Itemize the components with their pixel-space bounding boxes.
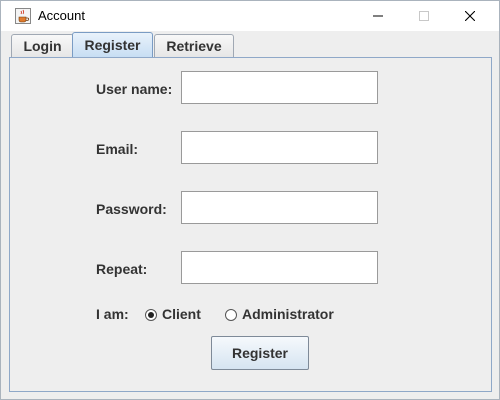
close-icon xyxy=(465,11,475,21)
maximize-icon xyxy=(419,11,429,21)
close-button[interactable] xyxy=(447,1,493,31)
title-bar[interactable]: Account xyxy=(1,1,499,31)
username-field[interactable] xyxy=(181,71,378,104)
window-title: Account xyxy=(38,8,85,23)
tab-register[interactable]: Register xyxy=(72,32,153,58)
email-field[interactable] xyxy=(181,131,378,164)
java-cup-icon xyxy=(15,8,31,24)
administrator-radio-label[interactable]: Administrator xyxy=(242,306,334,322)
role-label: I am: xyxy=(96,306,129,322)
administrator-radio[interactable] xyxy=(225,309,237,321)
password-label: Password: xyxy=(96,201,167,217)
tab-login[interactable]: Login xyxy=(11,34,74,57)
register-panel: User name: Email: Password: Repeat: I am… xyxy=(9,57,492,392)
repeat-password-field[interactable] xyxy=(181,251,378,284)
email-label: Email: xyxy=(96,141,139,157)
tab-strip: Login Retrieve Register xyxy=(9,32,491,58)
register-button[interactable]: Register xyxy=(211,336,309,370)
username-label: User name: xyxy=(96,81,173,97)
tab-retrieve[interactable]: Retrieve xyxy=(154,34,234,57)
repeat-password-label: Repeat: xyxy=(96,261,148,277)
minimize-icon xyxy=(373,15,383,17)
minimize-button[interactable] xyxy=(355,1,401,31)
client-radio-label[interactable]: Client xyxy=(162,306,201,322)
account-window: Account Login Retrieve Register User nam… xyxy=(0,0,500,400)
client-radio[interactable] xyxy=(145,309,157,321)
maximize-button[interactable] xyxy=(401,1,447,31)
password-field[interactable] xyxy=(181,191,378,224)
